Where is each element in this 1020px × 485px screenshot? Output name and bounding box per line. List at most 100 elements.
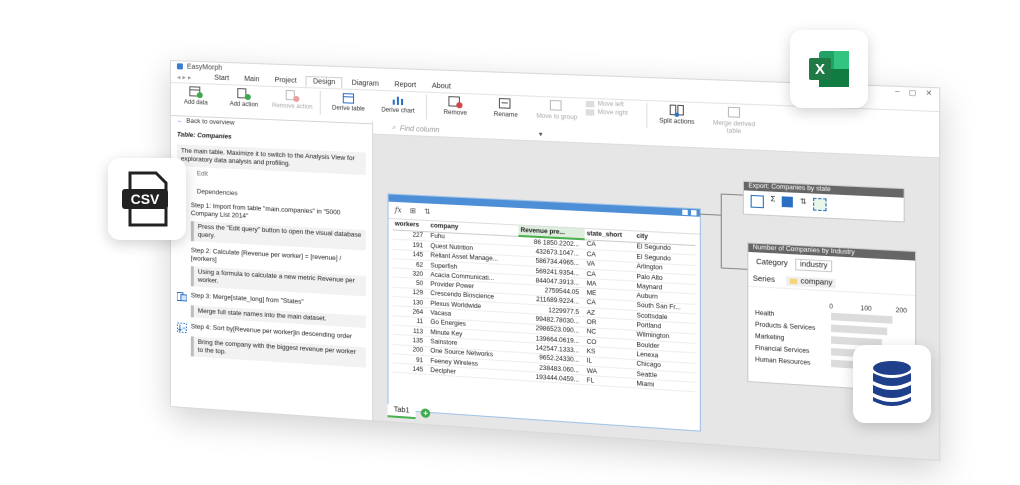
move-to-group-button[interactable]: Move to group (534, 99, 579, 123)
rename-button[interactable]: Rename (484, 97, 528, 120)
add-data-icon (189, 86, 203, 99)
add-action-label: Add action (230, 101, 259, 109)
tab-bar: Tab1 + (388, 404, 431, 420)
derive-table-button[interactable]: Derive table (327, 91, 370, 114)
bar[interactable] (831, 324, 887, 335)
connector-line (699, 214, 721, 216)
category-label: Health (755, 310, 774, 317)
split-actions-label: Split actions (659, 118, 694, 127)
move-left-button[interactable]: Move left (586, 101, 640, 109)
x-tick-label: 0 (829, 304, 834, 311)
derive-chart-label: Derive chart (381, 107, 415, 115)
sort-icon[interactable]: ⇅ (800, 197, 807, 210)
split-actions-icon (669, 104, 684, 117)
table-cell[interactable]: 145 (393, 363, 429, 375)
series-chip[interactable]: company (786, 276, 836, 288)
split-actions-button[interactable]: Split actions (654, 103, 700, 127)
minimize-icon[interactable]: – (895, 88, 899, 97)
search-icon: ⌕ (392, 124, 396, 132)
series-label: Series (753, 275, 775, 284)
merge-icon (177, 291, 187, 302)
derive-table-icon (341, 92, 355, 105)
app-title: EasyMorph (187, 63, 222, 71)
window-minimize-icon[interactable] (682, 210, 687, 216)
formula-fx-icon[interactable]: fx (395, 206, 402, 215)
table-icon[interactable] (751, 195, 764, 208)
add-data-button[interactable]: Add data (175, 85, 217, 108)
step-3-text: Step 3: Merge[state_long] from "States" (191, 292, 304, 307)
maximize-icon[interactable]: ▢ (909, 88, 917, 97)
menu-start[interactable]: Start (208, 73, 235, 83)
save-icon[interactable] (782, 196, 793, 207)
derive-chart-button[interactable]: Derive chart (376, 93, 420, 116)
excel-badge: X (790, 30, 868, 108)
window-maximize-icon[interactable] (691, 210, 696, 216)
remove-action-button[interactable]: Remove action (271, 89, 314, 112)
move-right-icon (586, 109, 595, 116)
move-buttons: Move left Move right (586, 101, 640, 118)
easymorph-window: EasyMorph – ▢ ✕ ◂▸▸ Start Main Project D… (170, 60, 940, 461)
export-icon[interactable] (813, 198, 826, 211)
menu-project[interactable]: Project (269, 76, 303, 86)
x-tick-label: 100 (860, 306, 872, 313)
category-label: Marketing (755, 334, 784, 342)
connector-line (721, 194, 722, 268)
close-icon[interactable]: ✕ (925, 89, 932, 98)
grid-body: 227 Fuhu 86 1850.2202... CA El Segundo 191 Que… (393, 229, 696, 392)
sigma-icon[interactable]: Σ (771, 196, 776, 209)
connector-line (721, 194, 743, 196)
rename-label: Rename (494, 112, 518, 120)
category-tab[interactable]: Category (753, 257, 791, 269)
data-grid: workers company Revenue pre... state_sho… (393, 219, 696, 393)
table-cell[interactable]: FL (584, 375, 634, 388)
series-value: company (801, 278, 833, 287)
bar[interactable] (831, 313, 892, 324)
sort-tool-icon[interactable]: ⇅ (424, 207, 430, 216)
menu-main[interactable]: Main (238, 75, 265, 85)
move-right-button[interactable]: Move right (586, 109, 640, 117)
ribbon-separator (426, 95, 427, 120)
csv-file-icon: CSV (120, 169, 174, 229)
companies-table-window: fx ⊞ ⇅ workers company Revenue pre... st… (388, 193, 701, 431)
app-logo-icon (177, 63, 183, 69)
merge-derived-icon (726, 106, 741, 119)
chevron-down-icon[interactable]: ▾ (539, 130, 543, 138)
remove-label: Remove (444, 110, 467, 118)
add-data-label: Add data (184, 100, 208, 108)
svg-text:X: X (815, 61, 825, 78)
derive-table-label: Derive table (332, 105, 365, 113)
remove-button[interactable]: Remove (433, 95, 477, 118)
add-action-button[interactable]: Add action (223, 87, 265, 110)
find-column-input[interactable]: Find column (400, 125, 440, 134)
database-icon (869, 359, 915, 409)
menu-about[interactable]: About (426, 81, 458, 91)
formula-icon (177, 246, 187, 257)
excel-icon: X (805, 45, 853, 93)
table-details-panel: ← Back to overview Table: Companies The … (171, 113, 373, 420)
category-value[interactable]: industry (796, 259, 832, 273)
export-panel[interactable]: Export: Companies by state Σ ⇅ (743, 181, 905, 223)
connector-line (721, 267, 748, 269)
menu-report[interactable]: Report (388, 80, 422, 90)
remove-action-icon (285, 89, 299, 102)
svg-text:A: A (182, 326, 186, 332)
ribbon-separator (320, 91, 321, 115)
csv-label: CSV (131, 191, 160, 207)
back-to-overview-link[interactable]: ← Back to overview (177, 117, 366, 133)
folder-icon (789, 278, 797, 284)
merge-derived-button[interactable]: Merge derived table (706, 105, 761, 137)
tab-tab1[interactable]: Tab1 (388, 404, 416, 419)
move-right-label: Move right (598, 110, 628, 117)
arrow-left-icon: ← (177, 117, 183, 125)
sort-descending-icon: A (177, 322, 187, 333)
remove-icon (448, 96, 463, 109)
nav-arrows-icon[interactable]: ◂▸▸ (177, 73, 193, 82)
ribbon-separator (646, 103, 647, 128)
rename-icon (498, 97, 513, 110)
category-label: Products & Services (755, 322, 815, 332)
menu-design[interactable]: Design (306, 76, 343, 89)
move-left-label: Move left (598, 101, 624, 108)
add-tab-button[interactable]: + (421, 408, 430, 418)
merge-tool-icon[interactable]: ⊞ (410, 207, 416, 215)
menu-diagram[interactable]: Diagram (345, 78, 385, 89)
